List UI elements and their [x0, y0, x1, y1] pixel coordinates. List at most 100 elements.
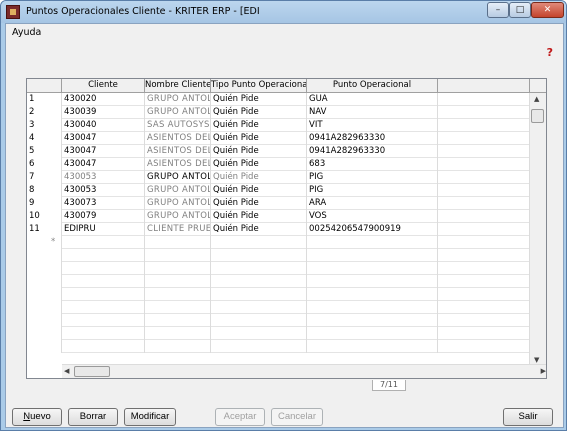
column-header-tipo-punto[interactable]: Tipo Punto Operacional [211, 79, 307, 93]
row-number[interactable]: 9 [27, 197, 62, 210]
new-row-cell[interactable] [438, 236, 530, 249]
cell-cliente[interactable]: 430039 [62, 106, 145, 119]
cell-cliente[interactable]: 430047 [62, 132, 145, 145]
vertical-scrollbar[interactable]: ▲ ▼ [529, 93, 546, 366]
table-row[interactable]: 1 430020 GRUPO ANTOL Quién Pide GUA [27, 93, 530, 106]
row-number[interactable]: 6 [27, 158, 62, 171]
table-row[interactable]: 9 430073 GRUPO ANTOL Quién Pide ARA [27, 197, 530, 210]
cell-tipo-punto[interactable]: Quién Pide [211, 119, 307, 132]
cell-nombre-cliente[interactable]: ASIENTOS DEL [145, 145, 211, 158]
cell-nombre-cliente[interactable]: ASIENTOS DEL [145, 132, 211, 145]
scroll-down-icon[interactable]: ▼ [534, 356, 539, 364]
cell-nombre-cliente[interactable]: GRUPO ANTOL [145, 106, 211, 119]
cell-nombre-cliente[interactable]: SAS AUTOSYS [145, 119, 211, 132]
cell-blank[interactable] [438, 93, 530, 106]
cell-blank[interactable] [438, 145, 530, 158]
exit-button[interactable]: Salir [503, 408, 553, 426]
cell-blank[interactable] [438, 223, 530, 236]
column-header-punto-operacional[interactable]: Punto Operacional [307, 79, 438, 93]
scroll-right-icon[interactable]: ▶ [541, 367, 546, 375]
table-row[interactable]: 5 430047 ASIENTOS DEL Quién Pide 0941A282963… [27, 145, 530, 158]
cell-punto-operacional[interactable]: 683 [307, 158, 438, 171]
cell-cliente[interactable]: 430053 [62, 184, 145, 197]
modify-button[interactable]: Modificar [124, 408, 176, 426]
maximize-button[interactable]: □ [509, 2, 531, 18]
minimize-button[interactable]: – [487, 2, 509, 18]
cell-blank[interactable] [438, 197, 530, 210]
cell-cliente[interactable]: 430040 [62, 119, 145, 132]
cell-punto-operacional[interactable]: ARA [307, 197, 438, 210]
cell-nombre-cliente[interactable]: GRUPO ANTOL [145, 171, 211, 184]
cell-punto-operacional[interactable]: PIG [307, 171, 438, 184]
cell-nombre-cliente[interactable]: GRUPO ANTOL [145, 184, 211, 197]
vertical-scroll-thumb[interactable] [531, 109, 544, 123]
cell-tipo-punto[interactable]: Quién Pide [211, 171, 307, 184]
cell-blank[interactable] [438, 210, 530, 223]
scroll-up-icon[interactable]: ▲ [534, 95, 539, 103]
cell-tipo-punto[interactable]: Quién Pide [211, 132, 307, 145]
cell-blank[interactable] [438, 119, 530, 132]
cell-tipo-punto[interactable]: Quién Pide [211, 158, 307, 171]
delete-button[interactable]: Borrar [68, 408, 118, 426]
cell-tipo-punto[interactable]: Quién Pide [211, 210, 307, 223]
menu-ayuda[interactable]: Ayuda [12, 27, 41, 38]
row-number[interactable]: 3 [27, 119, 62, 132]
row-number[interactable]: 1 [27, 93, 62, 106]
new-row-cell[interactable] [145, 236, 211, 249]
cell-punto-operacional[interactable]: 0941A282963330 [307, 132, 438, 145]
cell-nombre-cliente[interactable]: GRUPO ANTOL [145, 197, 211, 210]
title-bar[interactable]: Puntos Operacionales Cliente - KRITER ER… [1, 1, 566, 23]
cell-punto-operacional[interactable]: NAV [307, 106, 438, 119]
new-row-cell[interactable] [211, 236, 307, 249]
cell-nombre-cliente[interactable]: GRUPO ANTOL [145, 210, 211, 223]
row-number[interactable]: 5 [27, 145, 62, 158]
column-header-nombre-cliente[interactable]: Nombre Cliente [145, 79, 211, 93]
cell-blank[interactable] [438, 158, 530, 171]
cell-punto-operacional[interactable]: GUA [307, 93, 438, 106]
scroll-left-icon[interactable]: ◀ [64, 367, 69, 375]
cell-tipo-punto[interactable]: Quién Pide [211, 223, 307, 236]
table-row[interactable]: 4 430047 ASIENTOS DEL Quién Pide 0941A282963… [27, 132, 530, 145]
cell-punto-operacional[interactable]: PIG [307, 184, 438, 197]
row-number[interactable]: 10 [27, 210, 62, 223]
cell-cliente[interactable]: 430047 [62, 145, 145, 158]
cell-tipo-punto[interactable]: Quién Pide [211, 93, 307, 106]
table-row[interactable]: 2 430039 GRUPO ANTOL Quién Pide NAV [27, 106, 530, 119]
new-row-cell[interactable] [307, 236, 438, 249]
table-row[interactable]: 10 430079 GRUPO ANTOL Quién Pide VOS [27, 210, 530, 223]
cell-cliente[interactable]: 430053 [62, 171, 145, 184]
cell-tipo-punto[interactable]: Quién Pide [211, 145, 307, 158]
cell-nombre-cliente[interactable]: ASIENTOS DEL [145, 158, 211, 171]
row-number[interactable]: 2 [27, 106, 62, 119]
cell-nombre-cliente[interactable]: GRUPO ANTOL [145, 93, 211, 106]
cell-punto-operacional[interactable]: 00254206547900919 [307, 223, 438, 236]
cell-tipo-punto[interactable]: Quién Pide [211, 197, 307, 210]
cell-cliente[interactable]: EDIPRU [62, 223, 145, 236]
cell-cliente[interactable]: 430020 [62, 93, 145, 106]
cell-tipo-punto[interactable]: Quién Pide [211, 106, 307, 119]
cell-tipo-punto[interactable]: Quién Pide [211, 184, 307, 197]
table-row[interactable]: 7 430053 GRUPO ANTOL Quién Pide PIG [27, 171, 530, 184]
cell-blank[interactable] [438, 132, 530, 145]
cell-blank[interactable] [438, 106, 530, 119]
cell-nombre-cliente[interactable]: CLIENTE PRUE [145, 223, 211, 236]
new-row[interactable]: * [27, 236, 530, 249]
table-row[interactable]: 11 EDIPRU CLIENTE PRUE Quién Pide 0025420654… [27, 223, 530, 236]
cell-punto-operacional[interactable]: 0941A282963330 [307, 145, 438, 158]
new-button[interactable]: Nuevo [12, 408, 62, 426]
table-row[interactable]: 8 430053 GRUPO ANTOL Quién Pide PIG [27, 184, 530, 197]
row-number[interactable]: 8 [27, 184, 62, 197]
cell-punto-operacional[interactable]: VOS [307, 210, 438, 223]
row-number[interactable]: 11 [27, 223, 62, 236]
horizontal-scrollbar[interactable]: ◀ ▶ [62, 364, 546, 378]
cell-blank[interactable] [438, 184, 530, 197]
cell-punto-operacional[interactable]: VIT [307, 119, 438, 132]
new-row-cell[interactable] [62, 236, 145, 249]
cell-cliente[interactable]: 430073 [62, 197, 145, 210]
close-button[interactable]: ✕ [531, 2, 564, 18]
cell-cliente[interactable]: 430047 [62, 158, 145, 171]
cell-blank[interactable] [438, 171, 530, 184]
column-header-cliente[interactable]: Cliente [62, 79, 145, 93]
cell-cliente[interactable]: 430079 [62, 210, 145, 223]
horizontal-scroll-thumb[interactable] [74, 366, 110, 377]
